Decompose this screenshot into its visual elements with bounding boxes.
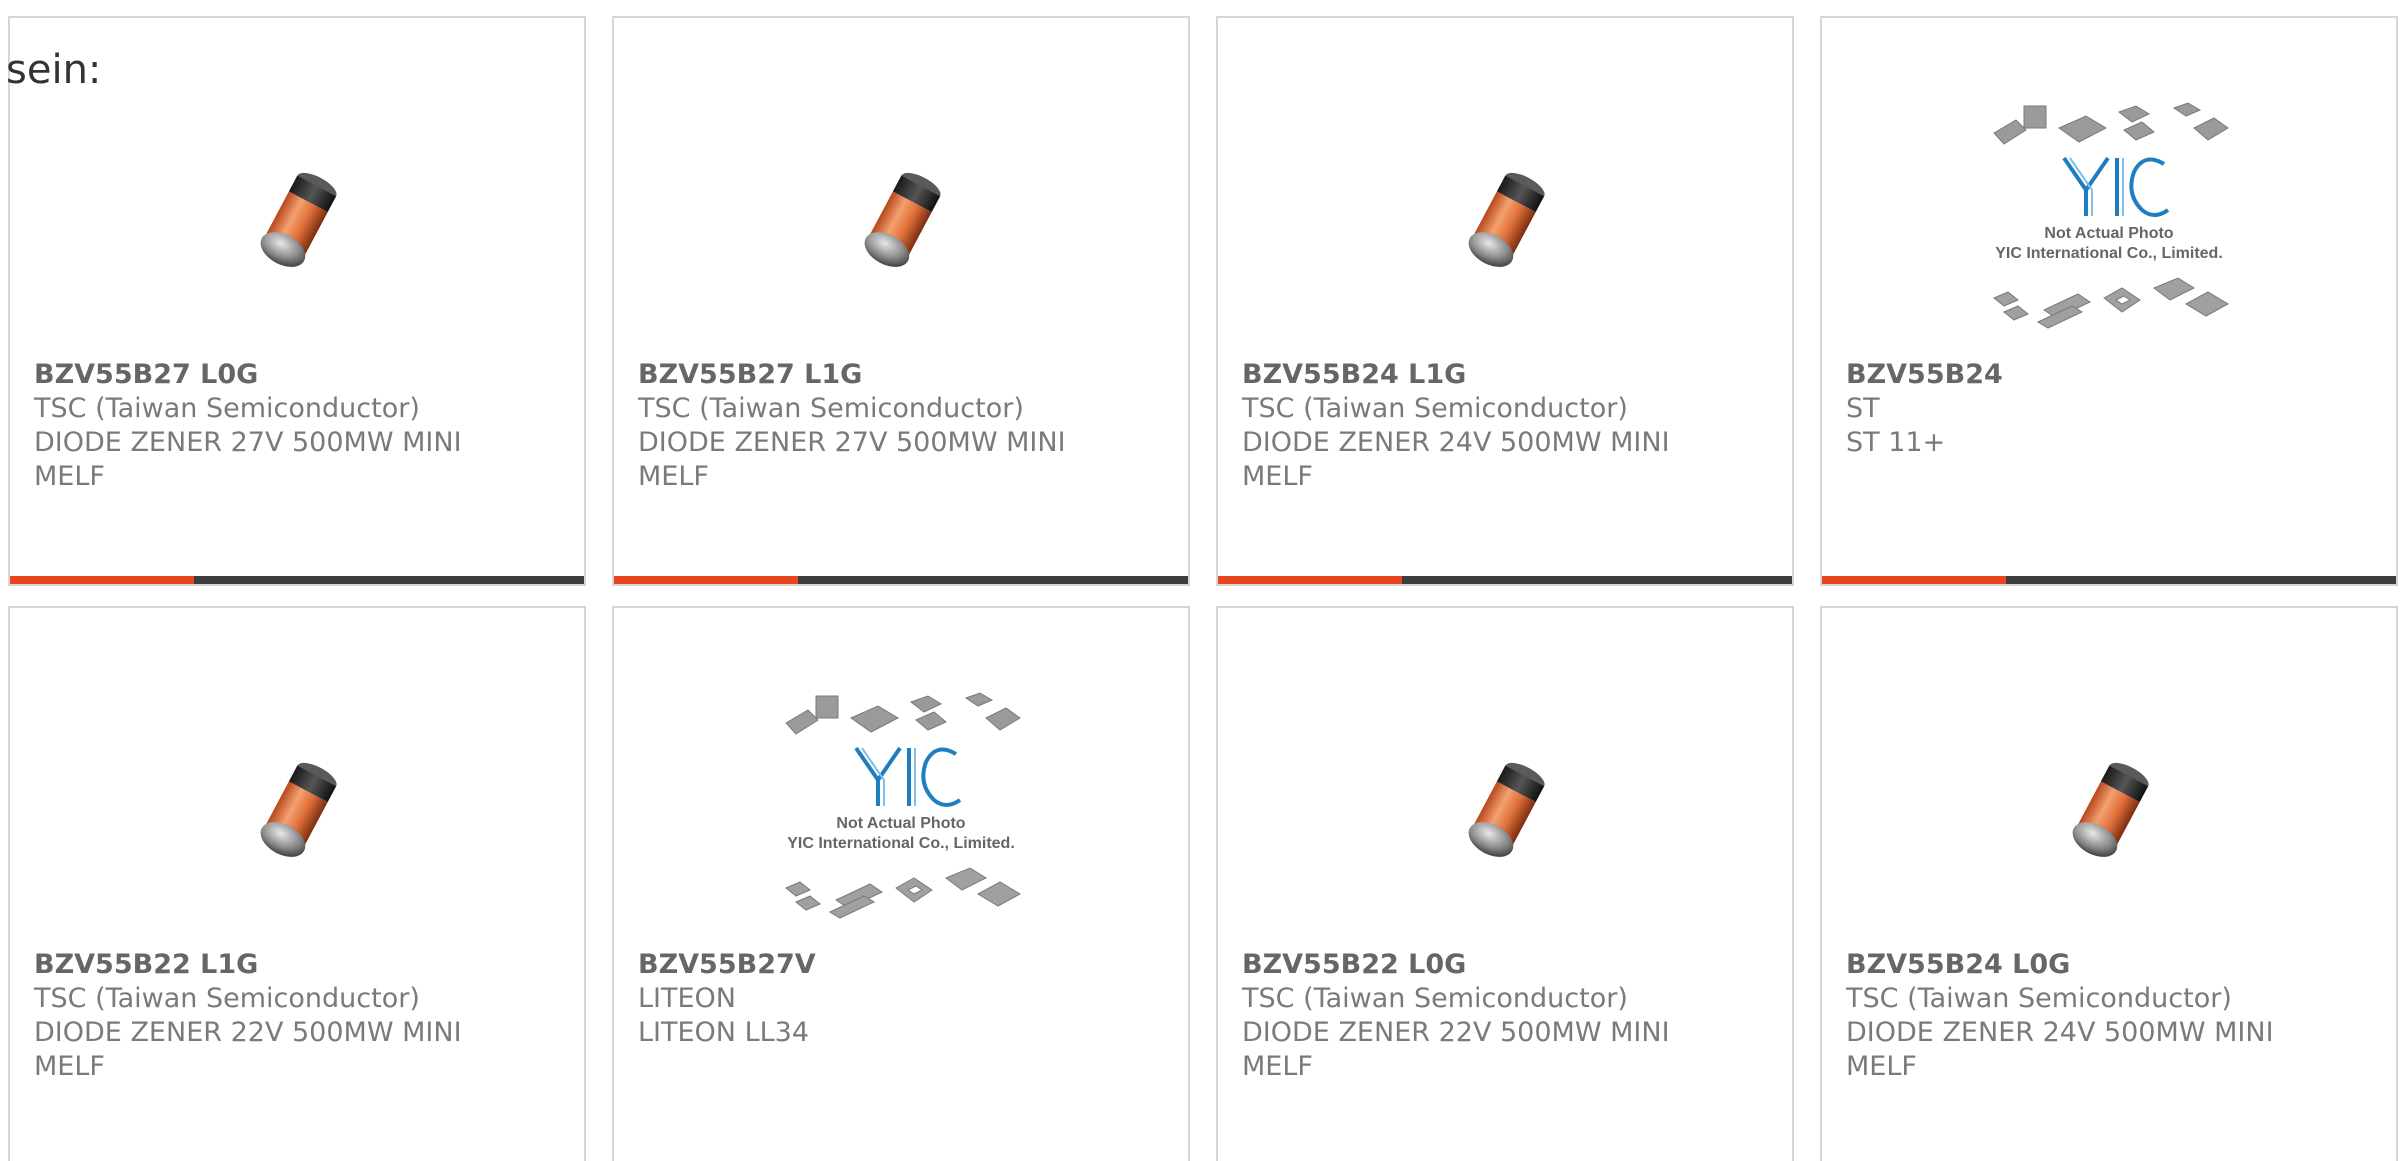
product-info: BZV55B22 L0G TSC (Taiwan Semiconductor) DI… (1242, 948, 1768, 1084)
product-card[interactable]: BZV55B27 L0G TSC (Taiwan Semiconductor) DI… (8, 16, 586, 586)
card-progress-bar (1218, 576, 1792, 584)
description: ST 11+ (1846, 427, 1946, 458)
part-number-link[interactable]: BZV55B24 L1G (1242, 358, 1768, 392)
description: LITEON LL34 (638, 1017, 810, 1048)
diode-icon (260, 172, 337, 267)
manufacturer: ST (1846, 393, 1880, 424)
product-image[interactable]: Not Actual Photo YIC International Co., … (1822, 98, 2396, 348)
part-number-link[interactable]: BZV55B27 L0G (34, 358, 560, 392)
description: DIODE ZENER 27V 500MW MINI MELF (34, 427, 462, 492)
placeholder-line2: YIC International Co., Limited. (1995, 245, 2223, 262)
description: DIODE ZENER 22V 500MW MINI MELF (34, 1017, 462, 1082)
manufacturer: TSC (Taiwan Semiconductor) (638, 393, 1024, 424)
placeholder-line1: Not Actual Photo (2044, 225, 2173, 242)
part-number-link[interactable]: BZV55B24 (1846, 358, 2372, 392)
diode-icon (1468, 762, 1545, 857)
product-image[interactable] (1822, 688, 2396, 938)
part-number-link[interactable]: BZV55B22 L1G (34, 948, 560, 982)
product-card[interactable]: Not Actual Photo YIC International Co., … (612, 606, 1190, 1161)
diode-icon (1468, 172, 1545, 267)
product-info: BZV55B24 L0G TSC (Taiwan Semiconductor) DI… (1846, 948, 2372, 1084)
diode-icon (260, 762, 337, 857)
placeholder-line2: YIC International Co., Limited. (787, 835, 1015, 852)
intro-text: sein: (6, 47, 102, 93)
product-card[interactable]: BZV55B22 L1G TSC (Taiwan Semiconductor) DI… (8, 606, 586, 1161)
description: DIODE ZENER 27V 500MW MINI MELF (638, 427, 1066, 492)
product-image[interactable] (1218, 98, 1792, 348)
product-card[interactable]: BZV55B24 L0G TSC (Taiwan Semiconductor) DI… (1820, 606, 2398, 1161)
part-number-link[interactable]: BZV55B27 L1G (638, 358, 1164, 392)
description: DIODE ZENER 24V 500MW MINI MELF (1242, 427, 1670, 492)
product-info: BZV55B24 L1G TSC (Taiwan Semiconductor) DI… (1242, 358, 1768, 494)
part-number-link[interactable]: BZV55B24 L0G (1846, 948, 2372, 982)
not-actual-photo-icon: Not Actual Photo YIC International Co., … (785, 692, 1022, 919)
card-progress-fill (1218, 576, 1402, 584)
card-progress-fill (10, 576, 194, 584)
part-number-link[interactable]: BZV55B22 L0G (1242, 948, 1768, 982)
manufacturer: TSC (Taiwan Semiconductor) (1846, 983, 2232, 1014)
description: DIODE ZENER 22V 500MW MINI MELF (1242, 1017, 1670, 1082)
product-image[interactable] (1218, 688, 1792, 938)
product-image[interactable]: Not Actual Photo YIC International Co., … (614, 688, 1188, 938)
card-progress-bar (614, 576, 1188, 584)
part-number-link[interactable]: BZV55B27V (638, 948, 1164, 982)
card-progress-bar (10, 576, 584, 584)
product-card[interactable]: BZV55B27 L1G TSC (Taiwan Semiconductor) DI… (612, 16, 1190, 586)
manufacturer: TSC (Taiwan Semiconductor) (34, 393, 420, 424)
card-progress-fill (1822, 576, 2006, 584)
page: sein: BZV55B27 L0G TSC (Taiwan Semicondu… (0, 0, 2400, 1161)
manufacturer: TSC (Taiwan Semiconductor) (1242, 983, 1628, 1014)
product-image[interactable] (10, 688, 584, 938)
manufacturer: LITEON (638, 983, 737, 1014)
product-card[interactable]: BZV55B22 L0G TSC (Taiwan Semiconductor) DI… (1216, 606, 1794, 1161)
product-image[interactable] (10, 98, 584, 348)
product-info: BZV55B22 L1G TSC (Taiwan Semiconductor) DI… (34, 948, 560, 1084)
description: DIODE ZENER 24V 500MW MINI MELF (1846, 1017, 2274, 1082)
product-info: BZV55B27 L0G TSC (Taiwan Semiconductor) DI… (34, 358, 560, 494)
product-image[interactable] (614, 98, 1188, 348)
card-progress-fill (614, 576, 798, 584)
diode-icon (864, 172, 941, 267)
placeholder-line1: Not Actual Photo (836, 815, 965, 832)
product-info: BZV55B24 ST ST 11+ (1846, 358, 2372, 460)
product-card[interactable]: Not Actual Photo YIC International Co., … (1820, 16, 2398, 586)
product-info: BZV55B27V LITEON LITEON LL34 (638, 948, 1164, 1050)
not-actual-photo-icon: Not Actual Photo YIC International Co., … (1993, 102, 2230, 329)
diode-icon (2072, 762, 2149, 857)
product-info: BZV55B27 L1G TSC (Taiwan Semiconductor) DI… (638, 358, 1164, 494)
product-card[interactable]: BZV55B24 L1G TSC (Taiwan Semiconductor) DI… (1216, 16, 1794, 586)
card-progress-bar (1822, 576, 2396, 584)
manufacturer: TSC (Taiwan Semiconductor) (1242, 393, 1628, 424)
product-grid: BZV55B27 L0G TSC (Taiwan Semiconductor) DI… (8, 16, 2400, 1161)
manufacturer: TSC (Taiwan Semiconductor) (34, 983, 420, 1014)
